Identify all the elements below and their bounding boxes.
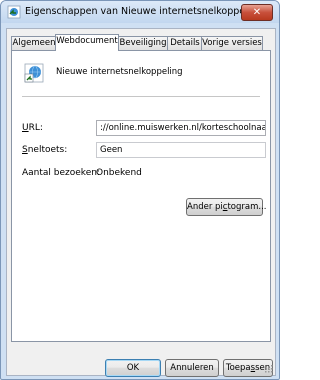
tab-algemeen[interactable]: Algemeen — [11, 36, 57, 50]
tab-beveiliging[interactable]: Beveiliging — [117, 36, 169, 50]
tab-vorige-versies[interactable]: Vorige versies — [201, 36, 263, 50]
tab-webdocument[interactable]: Webdocument — [55, 34, 119, 51]
change-icon-button[interactable]: Ander pictogram... — [186, 198, 267, 216]
hotkey-field[interactable]: Geen — [96, 142, 266, 158]
properties-dialog: Eigenschappen van Nieuwe internetsnelkop… — [0, 0, 280, 380]
window-title: Eigenschappen van Nieuwe internetsnelkop… — [25, 6, 263, 17]
url-label: URL: — [22, 123, 43, 133]
url-field[interactable]: ://online.muiswerken.nl/korteschoolnaam — [96, 120, 266, 136]
shortcut-name: Nieuwe internetsnelkoppeling — [56, 67, 183, 77]
visits-label: Aantal bezoeken: — [22, 168, 100, 178]
divider — [22, 96, 260, 98]
hotkey-label: Sneltoets: — [22, 145, 68, 155]
ok-button[interactable]: OK — [105, 359, 161, 377]
dialog-client-area: Algemeen Webdocument Beveiliging Details… — [6, 28, 276, 377]
tab-details[interactable]: Details — [167, 36, 203, 50]
title-bar[interactable]: Eigenschappen van Nieuwe internetsnelkop… — [1, 1, 279, 23]
resize-grip-icon[interactable] — [265, 365, 273, 373]
close-button[interactable]: ✕ — [241, 4, 273, 21]
internet-shortcut-icon — [24, 63, 44, 83]
cancel-button[interactable]: Annuleren — [165, 359, 219, 377]
internet-shortcut-icon — [7, 5, 21, 19]
visits-value: Onbekend — [96, 168, 142, 178]
tab-panel-webdocument: Nieuwe internetsnelkoppeling URL: ://onl… — [11, 50, 271, 342]
